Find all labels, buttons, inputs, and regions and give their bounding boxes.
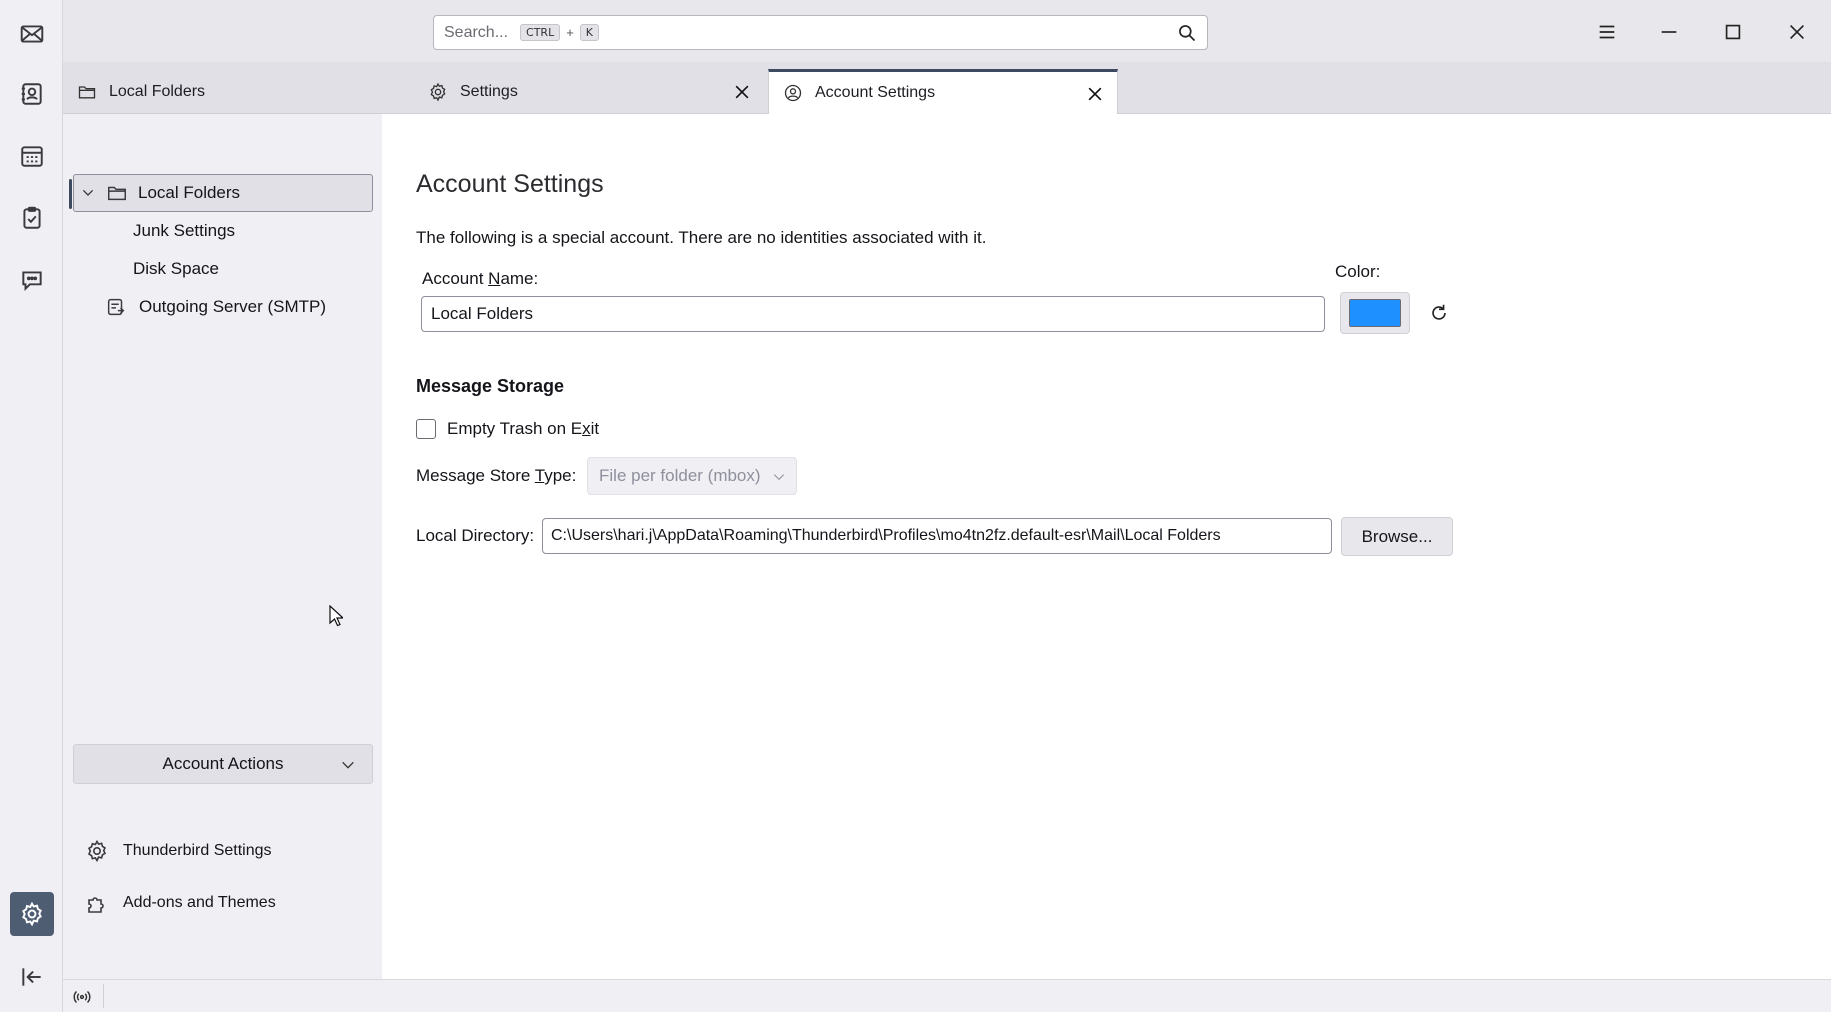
account-description: The following is a special account. Ther… <box>416 228 987 247</box>
outgoing-server-icon <box>107 298 125 316</box>
selection-indicator <box>69 179 72 209</box>
color-label: Color: <box>1335 262 1381 281</box>
empty-trash-label[interactable]: Empty Trash on Exit <box>447 419 599 439</box>
thunderbird-settings-label: Thunderbird Settings <box>123 842 272 859</box>
close-tab-icon[interactable] <box>1085 84 1105 104</box>
title-bar: Search... CTRL + K <box>63 0 1831 62</box>
chat-space-icon[interactable] <box>10 258 54 302</box>
tree-item-label: Junk Settings <box>133 221 236 240</box>
account-settings-pane: Account Settings The following is a spec… <box>382 114 1831 979</box>
store-type-select: File per folder (mbox) <box>587 457 797 495</box>
folder-icon <box>108 186 126 201</box>
account-tree-sidebar: Local Folders Junk Settings Disk Space O… <box>63 114 382 979</box>
folder-icon <box>78 86 96 99</box>
tab-settings[interactable]: Settings <box>414 70 764 114</box>
close-tab-icon[interactable] <box>732 82 752 102</box>
store-type-value: File per folder (mbox) <box>599 466 761 485</box>
tree-item-label: Local Folders <box>138 183 241 202</box>
tab-label: Settings <box>460 83 518 100</box>
account-name-label: Account Name: <box>422 269 539 288</box>
app-menu-icon[interactable] <box>1587 12 1627 52</box>
tab-strip: Local Folders Settings Account Settings <box>63 62 1831 114</box>
chevron-down-icon <box>342 761 354 769</box>
global-search-input[interactable]: Search... CTRL + K <box>433 15 1208 50</box>
shortcut-key-ctrl: CTRL <box>520 24 561 41</box>
thunderbird-settings-link[interactable]: Thunderbird Settings <box>85 835 272 867</box>
calendar-space-icon[interactable] <box>10 134 54 178</box>
settings-space-icon[interactable] <box>10 892 54 936</box>
store-type-label: Message Store Type: <box>416 466 577 485</box>
account-actions-button[interactable]: Account Actions <box>73 744 373 784</box>
message-storage-heading: Message Storage <box>416 376 565 396</box>
account-icon <box>784 84 802 102</box>
addons-themes-link[interactable]: Add-ons and Themes <box>85 887 276 919</box>
online-status-icon[interactable] <box>71 986 95 1008</box>
shortcut-plus: + <box>566 25 574 40</box>
tree-item-disk-space[interactable]: Disk Space <box>73 250 373 288</box>
tab-label: Account Settings <box>815 84 936 101</box>
maximize-icon[interactable] <box>1713 12 1753 52</box>
address-book-space-icon[interactable] <box>10 72 54 116</box>
local-directory-label: Local Directory: <box>416 526 535 545</box>
tree-item-label: Disk Space <box>133 259 219 278</box>
status-bar <box>63 979 1831 1012</box>
chevron-down-icon[interactable] <box>80 185 96 201</box>
tasks-space-icon[interactable] <box>10 196 54 240</box>
search-placeholder: Search... <box>444 23 509 41</box>
account-name-input[interactable]: Local Folders <box>421 296 1325 332</box>
tab-label: Local Folders <box>109 83 206 100</box>
tree-item-local-folders[interactable]: Local Folders <box>69 174 373 212</box>
status-divider <box>103 984 104 1008</box>
page-title: Account Settings <box>416 170 604 198</box>
puzzle-icon <box>88 897 104 913</box>
local-directory-value: C:\Users\hari.j\AppData\Roaming\Thunderb… <box>551 527 1221 544</box>
tree-item-outgoing-server[interactable]: Outgoing Server (SMTP) <box>73 288 373 326</box>
shortcut-key-k: K <box>579 24 600 41</box>
spaces-toolbar <box>0 0 63 1012</box>
gear-icon <box>430 82 446 102</box>
minimize-icon[interactable] <box>1649 12 1689 52</box>
close-window-icon[interactable] <box>1777 12 1817 52</box>
account-color-picker[interactable] <box>1340 292 1410 334</box>
tree-item-label: Outgoing Server (SMTP) <box>139 297 327 316</box>
search-icon[interactable] <box>1177 23 1197 43</box>
account-actions-label: Account Actions <box>162 754 284 773</box>
local-directory-input[interactable]: C:\Users\hari.j\AppData\Roaming\Thunderb… <box>542 518 1332 554</box>
tab-local-folders[interactable]: Local Folders <box>63 70 413 114</box>
mouse-cursor-icon <box>329 605 343 627</box>
reset-color-icon[interactable] <box>1428 302 1452 326</box>
account-name-value: Local Folders <box>431 304 534 323</box>
color-swatch <box>1349 299 1401 327</box>
empty-trash-checkbox[interactable] <box>416 419 436 439</box>
tab-account-settings[interactable]: Account Settings <box>768 69 1118 114</box>
addons-themes-label: Add-ons and Themes <box>123 894 276 911</box>
collapse-spaces-icon[interactable] <box>10 955 54 999</box>
mail-space-icon[interactable] <box>10 12 54 56</box>
chevron-down-icon <box>773 474 785 481</box>
browse-button[interactable]: Browse... <box>1341 517 1453 556</box>
gear-icon <box>87 839 107 863</box>
tree-item-junk-settings[interactable]: Junk Settings <box>73 212 373 250</box>
